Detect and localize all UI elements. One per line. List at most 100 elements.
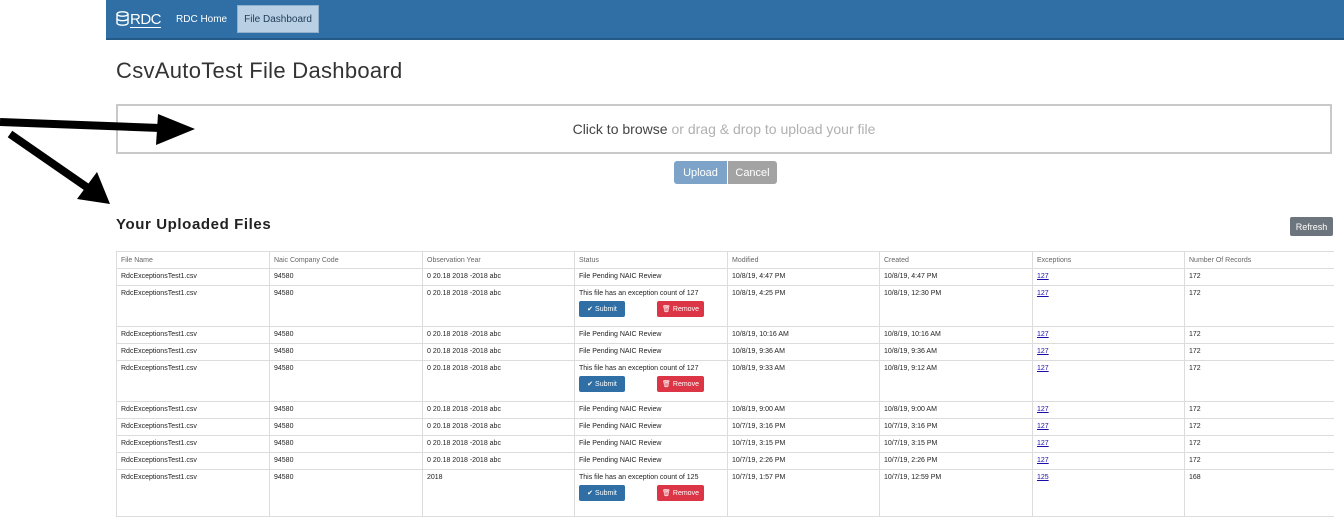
- trash-icon: 🗑: [662, 306, 671, 313]
- exceptions-cell: 127: [1032, 268, 1185, 286]
- exceptions-cell: 127: [1032, 418, 1185, 436]
- file-name-cell: RdcExceptionsTest1.csv: [116, 268, 270, 286]
- exceptions-link[interactable]: 125: [1037, 474, 1049, 481]
- column-header[interactable]: Exceptions: [1032, 251, 1185, 269]
- column-header[interactable]: File Name: [116, 251, 270, 269]
- refresh-button[interactable]: Refresh: [1290, 217, 1333, 236]
- browse-link[interactable]: Click to browse: [573, 121, 668, 137]
- status-cell: This file has an exception count of 125 ✔…: [574, 469, 728, 517]
- records-cell: 168: [1184, 469, 1334, 517]
- created-cell: 10/8/19, 9:00 AM: [879, 401, 1033, 419]
- status-text: File Pending NAIC Review: [579, 457, 662, 464]
- records-cell: 172: [1184, 360, 1334, 402]
- table-row: RdcExceptionsTest1.csv 94580 0 20.18 2018 …: [116, 418, 1334, 436]
- records-cell: 172: [1184, 285, 1334, 327]
- modified-cell: 10/7/19, 3:15 PM: [727, 435, 880, 453]
- file-name-cell: RdcExceptionsTest1.csv: [116, 452, 270, 470]
- status-cell: This file has an exception count of 127 ✔…: [574, 360, 728, 402]
- naic-code-cell: 94580: [269, 401, 423, 419]
- column-header[interactable]: Modified: [727, 251, 880, 269]
- modified-cell: 10/8/19, 4:25 PM: [727, 285, 880, 327]
- modified-cell: 10/7/19, 2:26 PM: [727, 452, 880, 470]
- row-actions: ✔ Submit 🗑 Remove: [579, 301, 727, 317]
- exceptions-cell: 127: [1032, 285, 1185, 327]
- submit-button[interactable]: ✔ Submit: [579, 485, 625, 501]
- exceptions-link[interactable]: 127: [1037, 440, 1049, 447]
- submit-button[interactable]: ✔ Submit: [579, 301, 625, 317]
- naic-code-cell: 94580: [269, 268, 423, 286]
- created-cell: 10/7/19, 2:26 PM: [879, 452, 1033, 470]
- observation-year-cell: 2018: [422, 469, 575, 517]
- remove-button[interactable]: 🗑 Remove: [657, 301, 704, 317]
- created-cell: 10/7/19, 3:15 PM: [879, 435, 1033, 453]
- exceptions-cell: 127: [1032, 326, 1185, 344]
- upload-button[interactable]: Upload: [674, 161, 727, 184]
- status-text: File Pending NAIC Review: [579, 273, 662, 280]
- remove-label: Remove: [672, 305, 699, 313]
- naic-code-cell: 94580: [269, 285, 423, 327]
- column-header[interactable]: Status: [574, 251, 728, 269]
- upload-button-group: Upload Cancel: [674, 161, 777, 184]
- exceptions-cell: 127: [1032, 452, 1185, 470]
- observation-year-cell: 0 20.18 2018 -2018 abc: [422, 326, 575, 344]
- modified-cell: 10/7/19, 1:57 PM: [727, 469, 880, 517]
- records-cell: 172: [1184, 418, 1334, 436]
- records-cell: 172: [1184, 326, 1334, 344]
- status-text: This file has an exception count of 127: [579, 290, 699, 297]
- observation-year-cell: 0 20.18 2018 -2018 abc: [422, 268, 575, 286]
- modified-cell: 10/7/19, 3:16 PM: [727, 418, 880, 436]
- naic-code-cell: 94580: [269, 418, 423, 436]
- exceptions-link[interactable]: 127: [1037, 406, 1049, 413]
- exceptions-link[interactable]: 127: [1037, 365, 1049, 372]
- exceptions-link[interactable]: 127: [1037, 457, 1049, 464]
- files-table: File Name Naic Company Code Observation …: [116, 251, 1334, 517]
- submit-label: Submit: [595, 305, 617, 313]
- table-row: RdcExceptionsTest1.csv 94580 0 20.18 2018 …: [116, 401, 1334, 419]
- modified-cell: 10/8/19, 9:00 AM: [727, 401, 880, 419]
- table-row: RdcExceptionsTest1.csv 94580 0 20.18 2018 …: [116, 268, 1334, 286]
- submit-label: Submit: [595, 380, 617, 388]
- status-text: File Pending NAIC Review: [579, 348, 662, 355]
- file-name-cell: RdcExceptionsTest1.csv: [116, 285, 270, 327]
- naic-code-cell: 94580: [269, 469, 423, 517]
- modified-cell: 10/8/19, 9:36 AM: [727, 343, 880, 361]
- remove-label: Remove: [672, 489, 699, 497]
- naic-code-cell: 94580: [269, 452, 423, 470]
- naic-code-cell: 94580: [269, 360, 423, 402]
- remove-button[interactable]: 🗑 Remove: [657, 485, 704, 501]
- status-cell: File Pending NAIC Review: [574, 326, 728, 344]
- cancel-button[interactable]: Cancel: [728, 161, 777, 184]
- created-cell: 10/8/19, 12:30 PM: [879, 285, 1033, 327]
- file-name-cell: RdcExceptionsTest1.csv: [116, 326, 270, 344]
- remove-label: Remove: [672, 380, 699, 388]
- submit-button[interactable]: ✔ Submit: [579, 376, 625, 392]
- modified-cell: 10/8/19, 9:33 AM: [727, 360, 880, 402]
- column-header[interactable]: Naic Company Code: [269, 251, 423, 269]
- records-cell: 172: [1184, 268, 1334, 286]
- column-header[interactable]: Created: [879, 251, 1033, 269]
- exceptions-cell: 127: [1032, 435, 1185, 453]
- exceptions-link[interactable]: 127: [1037, 348, 1049, 355]
- exceptions-link[interactable]: 127: [1037, 290, 1049, 297]
- exceptions-link[interactable]: 127: [1037, 331, 1049, 338]
- exceptions-link[interactable]: 127: [1037, 273, 1049, 280]
- exceptions-cell: 125: [1032, 469, 1185, 517]
- nav-link-file-dashboard[interactable]: File Dashboard: [237, 5, 319, 33]
- status-text: File Pending NAIC Review: [579, 423, 662, 430]
- table-row: RdcExceptionsTest1.csv 94580 0 20.18 2018 …: [116, 285, 1334, 327]
- created-cell: 10/7/19, 12:59 PM: [879, 469, 1033, 517]
- remove-button[interactable]: 🗑 Remove: [657, 376, 704, 392]
- observation-year-cell: 0 20.18 2018 -2018 abc: [422, 401, 575, 419]
- table-row: RdcExceptionsTest1.csv 94580 0 20.18 2018 …: [116, 452, 1334, 470]
- created-cell: 10/8/19, 4:47 PM: [879, 268, 1033, 286]
- file-dropzone[interactable]: Click to browse or drag & drop to upload…: [116, 104, 1332, 154]
- exceptions-link[interactable]: 127: [1037, 423, 1049, 430]
- created-cell: 10/8/19, 10:16 AM: [879, 326, 1033, 344]
- status-cell: File Pending NAIC Review: [574, 343, 728, 361]
- column-header[interactable]: Number Of Records: [1184, 251, 1334, 269]
- column-header[interactable]: Observation Year: [422, 251, 575, 269]
- exceptions-cell: 127: [1032, 401, 1185, 419]
- check-icon: ✔: [587, 381, 594, 388]
- status-text: File Pending NAIC Review: [579, 331, 662, 338]
- table-row: RdcExceptionsTest1.csv 94580 0 20.18 2018 …: [116, 343, 1334, 361]
